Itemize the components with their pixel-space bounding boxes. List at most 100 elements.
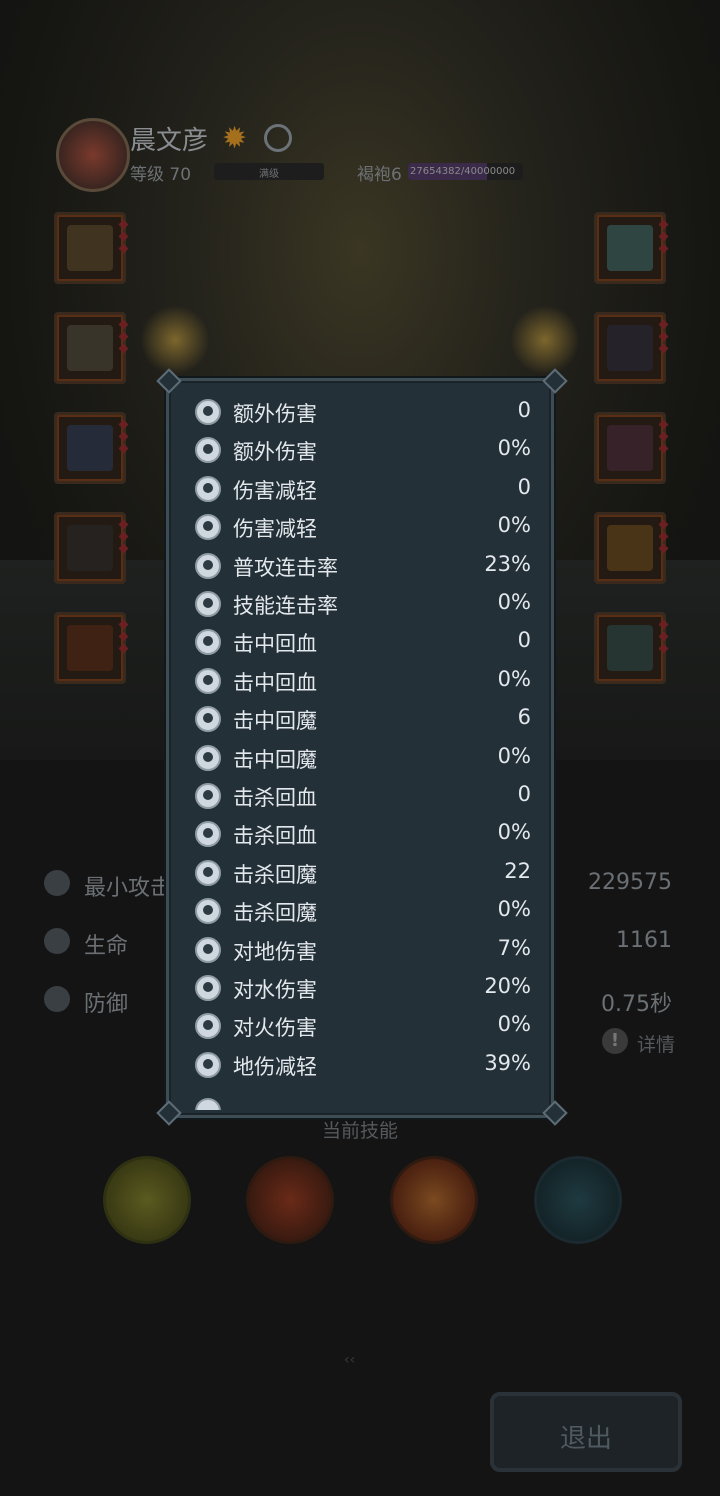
equip-slot-gloves[interactable] (54, 512, 129, 584)
attribute-label: 普攻连击率 (233, 555, 338, 580)
attribute-icon (195, 399, 221, 425)
attribute-label: 击中回魔 (233, 747, 317, 772)
attribute-value: 0% (497, 1012, 531, 1037)
attribute-icon (195, 783, 221, 809)
attribute-row: 对水伤害 20% (191, 971, 531, 1009)
attribute-label: 击中回血 (233, 670, 317, 695)
attribute-value: 22 (504, 858, 531, 883)
attribute-icon (195, 898, 221, 925)
attribute-row: 击中回魔 0% (191, 741, 531, 779)
attribute-value: 0% (497, 820, 531, 845)
attribute-value: 6 (517, 705, 531, 730)
attribute-value: 23% (484, 551, 531, 576)
equip-slot-necklace[interactable] (594, 412, 669, 484)
attribute-icon (195, 514, 221, 541)
attack-icon (44, 870, 70, 896)
exit-button[interactable]: 退出 (490, 1392, 682, 1472)
attribute-value: 0% (497, 897, 531, 922)
stat-value-speed: 0.75秒 (601, 992, 672, 1017)
skill-2-icon[interactable] (246, 1156, 334, 1244)
attribute-row: 额外伤害 0% (191, 433, 531, 471)
attribute-icon (195, 475, 221, 502)
equip-slot-armor[interactable] (54, 312, 129, 384)
attribute-value: 0% (497, 590, 531, 614)
equip-slot-boots[interactable] (594, 612, 669, 684)
attribute-value: 0% (497, 436, 531, 461)
attribute-icon (195, 552, 221, 579)
equip-slot-weapon[interactable] (594, 212, 669, 284)
equip-slot-helmet[interactable] (54, 212, 129, 284)
attribute-row: 击中回血 0% (191, 664, 531, 702)
attribute-icon (195, 1013, 221, 1040)
attribute-value: 0% (497, 513, 531, 538)
attribute-icon (195, 744, 221, 771)
attribute-value: 0% (497, 743, 531, 768)
attribute-row: 击中回血 0 (191, 625, 531, 663)
level-label: 等级 70 (130, 165, 192, 185)
attribute-row: 击杀回魔 0% (191, 894, 531, 932)
player-emblem (56, 118, 130, 192)
attribute-label: 击杀回魔 (233, 901, 317, 926)
attribute-value: 0 (517, 628, 531, 653)
skill-3-icon[interactable] (390, 1156, 478, 1244)
attribute-icon (195, 1051, 221, 1078)
attribute-row: 普攻连击率 23% (191, 549, 531, 587)
level-bar-text: 满级 (259, 169, 279, 180)
attribute-row: 地伤减轻 39% (191, 1048, 531, 1086)
attribute-row: 额外伤害 0 (191, 395, 531, 433)
sun-icon: ✹ (222, 121, 248, 156)
attribute-row: 技能连击率 0% (191, 587, 531, 625)
attribute-label: 对火伤害 (233, 1016, 317, 1041)
attribute-label: 击中回血 (233, 632, 317, 657)
attribute-label: 伤害减轻 (233, 478, 317, 503)
heart-icon (44, 928, 70, 954)
attribute-label: 击杀回血 (233, 786, 317, 810)
attribute-label: 额外伤害 (233, 440, 317, 465)
chevron-icon: ‹‹ (344, 1352, 356, 1368)
attribute-value: 0 (517, 398, 531, 422)
equip-slot-pants[interactable] (54, 412, 129, 484)
stat-value-attack: 229575 (588, 870, 672, 895)
exclamation-icon[interactable]: ! (602, 1028, 628, 1054)
attribute-value: 7% (497, 935, 531, 960)
attribute-label: 地伤减轻 (233, 1054, 317, 1079)
stat-label-defense: 防御 (84, 992, 129, 1017)
level-progress-bar: 满级 (214, 163, 324, 180)
attribute-icon (195, 706, 221, 733)
attribute-row: 击杀回血 0 (191, 779, 531, 817)
attribute-icon (195, 591, 221, 617)
attribute-value: 39% (484, 1050, 531, 1075)
attribute-popup[interactable]: 额外伤害 0 额外伤害 0% 伤害减轻 0 伤害减轻 0% 普攻连击率 23% 技能连击率 0% 击中回… (166, 378, 554, 1118)
attribute-label: 击杀回血 (233, 824, 317, 849)
attribute-label: 伤害减轻 (233, 517, 317, 542)
stat-label-health: 生命 (84, 934, 129, 959)
attribute-value: 20% (484, 974, 531, 998)
attribute-label: 击中回魔 (233, 709, 317, 734)
attribute-icon (195, 936, 221, 963)
attribute-row: 伤害减轻 0% (191, 510, 531, 548)
lamp-right (510, 305, 580, 375)
attribute-icon (195, 437, 221, 464)
lamp-left (140, 305, 210, 375)
skill-4-icon[interactable] (534, 1156, 622, 1244)
equip-slot-belt[interactable] (54, 612, 129, 684)
attribute-icon (195, 975, 221, 1001)
attribute-value: 0 (517, 782, 531, 806)
attribute-icon (195, 1098, 221, 1111)
attribute-label: 额外伤害 (233, 402, 317, 426)
skill-1-icon[interactable] (103, 1156, 191, 1244)
attribute-row: 击杀回魔 22 (191, 856, 531, 894)
attribute-value: 0 (517, 474, 531, 499)
robe-progress-bar: 27654382/40000000 (408, 163, 523, 180)
attribute-icon (195, 859, 221, 886)
attribute-row: 击杀回血 0% (191, 817, 531, 855)
attribute-row: 对地伤害 7% (191, 933, 531, 971)
robe-label: 褐袍6 (357, 165, 402, 185)
equip-slot-bracelet[interactable] (594, 512, 669, 584)
attribute-label: 技能连击率 (233, 594, 338, 618)
attribute-row: 对火伤害 0% (191, 1009, 531, 1047)
detail-link[interactable]: 详情 (637, 1030, 675, 1057)
stat-value-health: 1161 (616, 928, 672, 953)
equip-slot-ring[interactable] (594, 312, 669, 384)
attribute-label: 对地伤害 (233, 939, 317, 964)
